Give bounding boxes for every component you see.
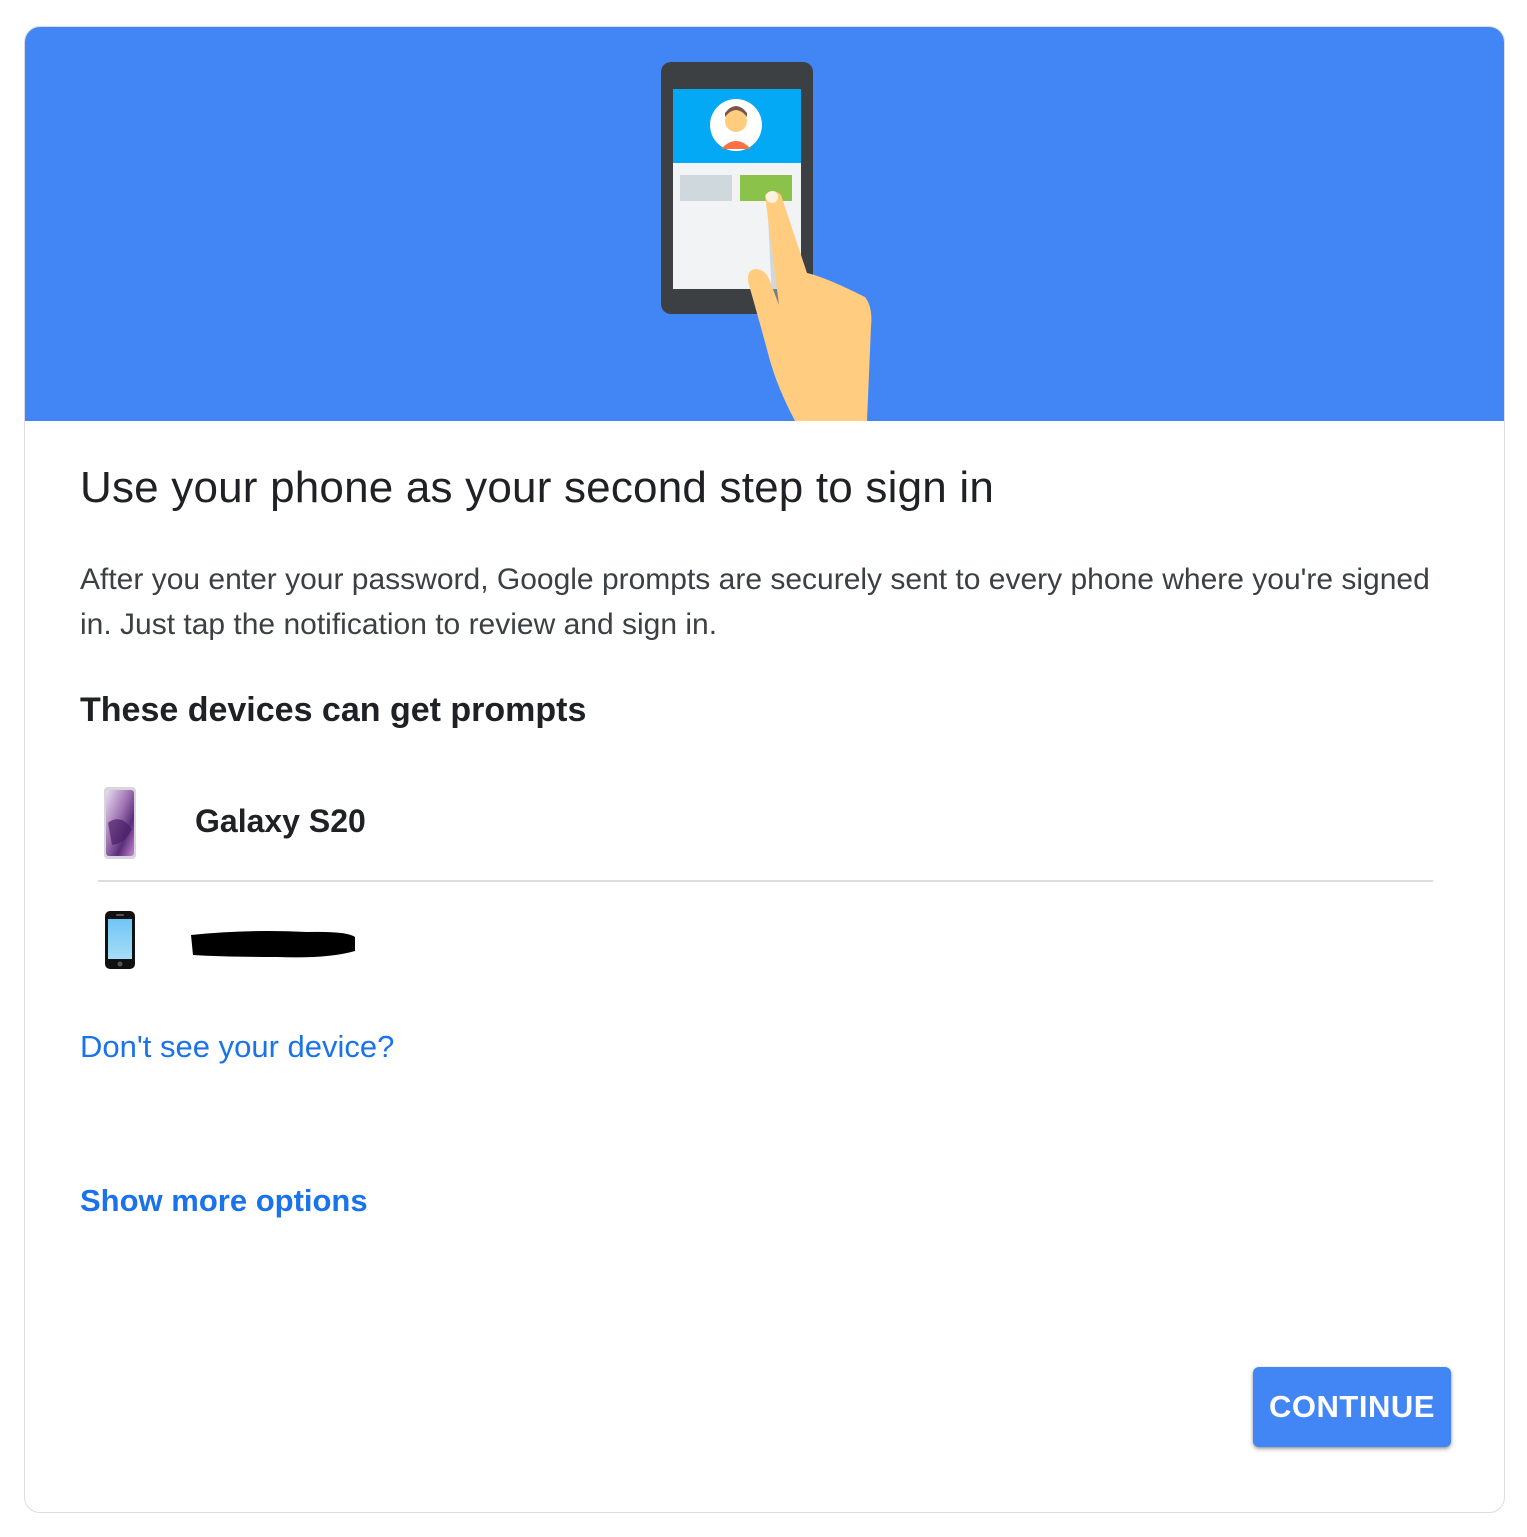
iphone-icon	[105, 911, 135, 969]
device-divider	[98, 880, 1433, 882]
hero-banner	[25, 27, 1504, 421]
device-item-galaxy-s20: Galaxy S20	[80, 773, 1433, 873]
redacted-device-name	[191, 931, 355, 958]
phone-tap-illustration	[661, 62, 872, 421]
continue-button[interactable]: CONTINUE	[1253, 1367, 1451, 1447]
devices-heading: These devices can get prompts	[80, 691, 587, 729]
device-item-iphone	[80, 887, 1433, 987]
show-more-options-link[interactable]: Show more options	[80, 1183, 368, 1219]
android-phone-icon	[104, 787, 136, 859]
device-name: Galaxy S20	[195, 803, 366, 839]
page-title: Use your phone as your second step to si…	[80, 463, 994, 512]
page-description: After you enter your password, Google pr…	[80, 563, 1430, 641]
prompt-setup-card: Use your phone as your second step to si…	[24, 26, 1505, 1513]
dont-see-device-link[interactable]: Don't see your device?	[80, 1029, 394, 1065]
